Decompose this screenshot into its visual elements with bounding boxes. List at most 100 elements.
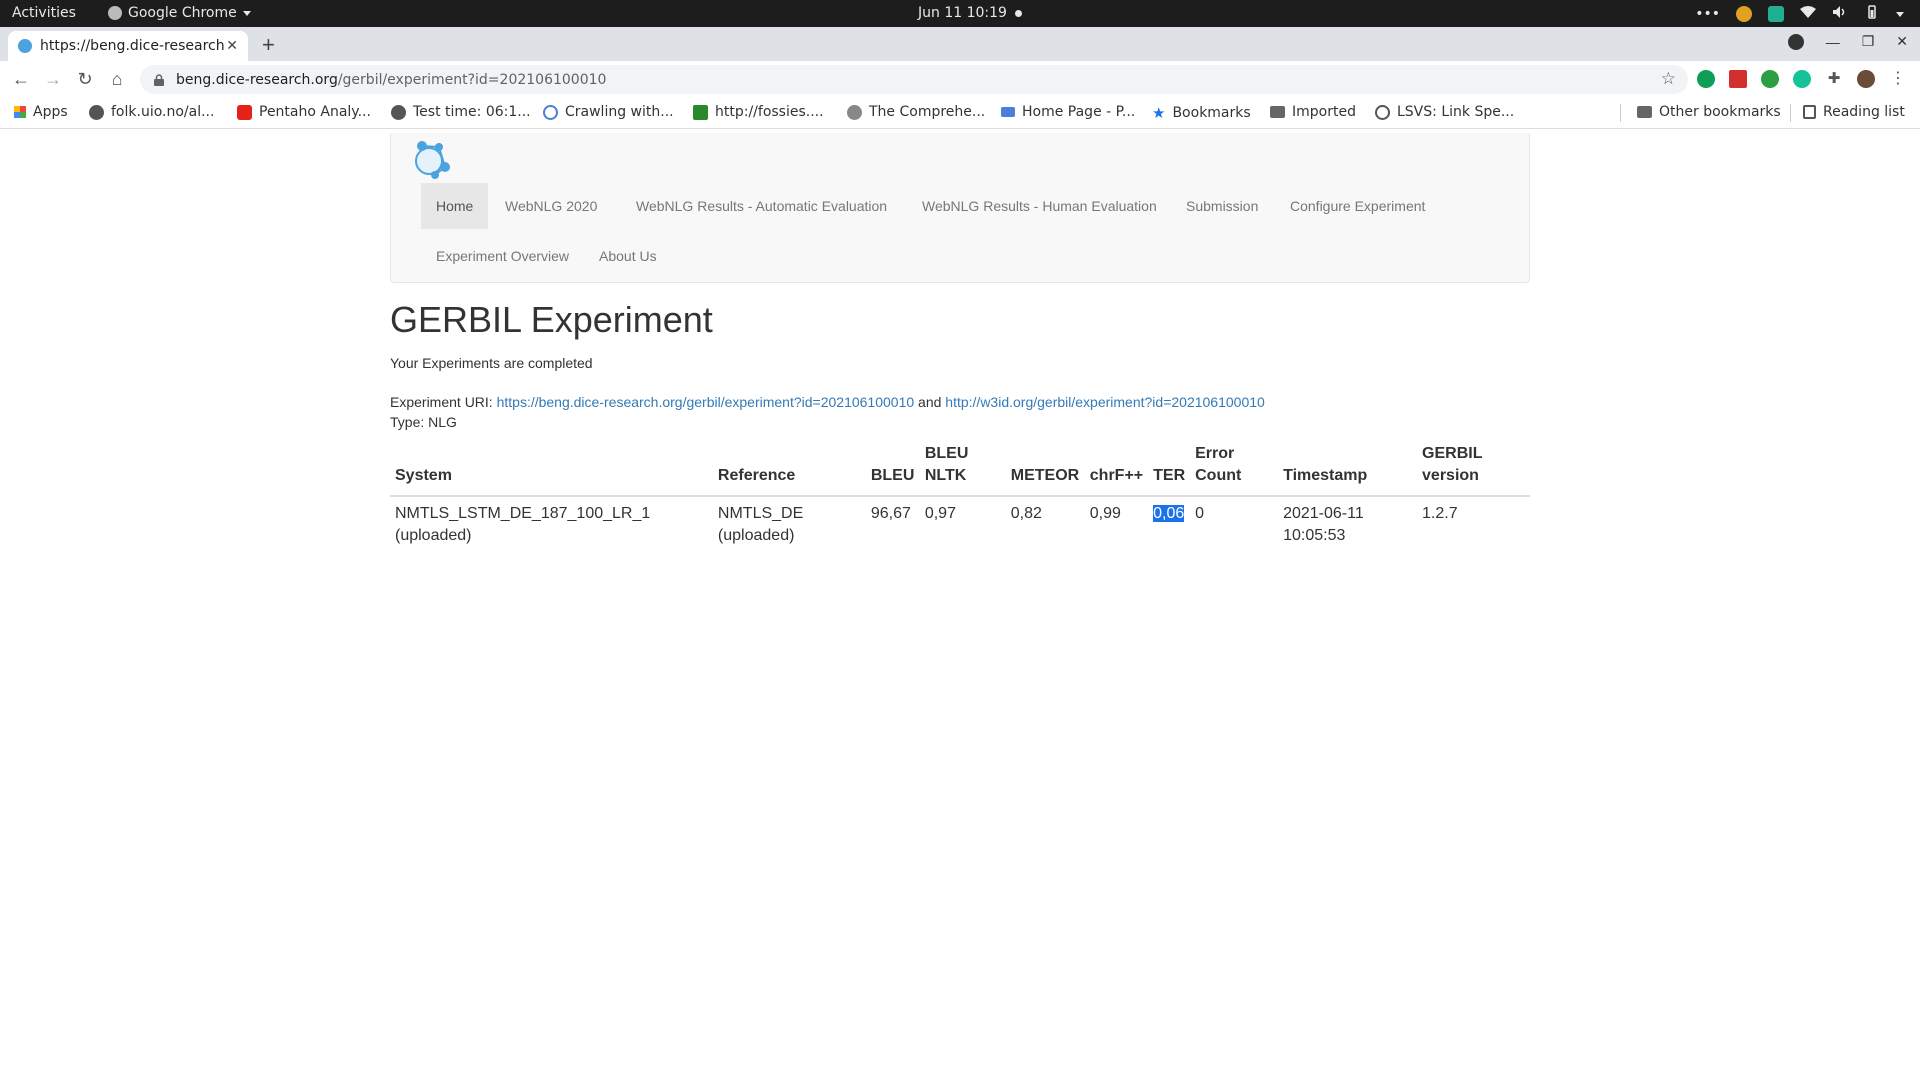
bookmark-item[interactable]: Home Page - P... (1001, 104, 1135, 120)
activities-button[interactable]: Activities (12, 5, 76, 21)
nav-webnlg-2020[interactable]: WebNLG 2020 (490, 183, 612, 229)
home-button[interactable]: ⌂ (106, 68, 128, 90)
cell-bleu-nltk: 0,97 (924, 505, 956, 522)
nav-webnlg-human-evaluation[interactable]: WebNLG Results - Human Evaluation (907, 183, 1172, 229)
more-icon[interactable]: ••• (1695, 6, 1720, 22)
gerbil-logo[interactable] (409, 137, 453, 181)
cell-meteor: 0,82 (1010, 505, 1042, 522)
uri-label: Experiment URI: (390, 394, 493, 410)
nav-configure-experiment[interactable]: Configure Experiment (1275, 183, 1440, 229)
evernote-icon[interactable] (1761, 70, 1779, 88)
tab-search-icon[interactable] (1787, 33, 1804, 50)
bookmark-star-icon[interactable]: ☆ (1661, 69, 1676, 89)
cell-bleu: 96,67 (870, 505, 911, 522)
cell-system: NMTLS_LSTM_DE_187_100_LR_1 (uploaded) (395, 505, 651, 544)
bookmark-label: http://fossies.... (715, 104, 824, 120)
bookmark-item[interactable]: folk.uio.no/al... (89, 104, 214, 120)
extensions-puzzle-icon[interactable]: ✚ (1825, 70, 1843, 88)
browser-tab-active[interactable]: https://beng.dice-research.org/gerbil/ex… (8, 31, 248, 61)
r-icon (847, 104, 862, 120)
clock[interactable]: Jun 11 10:19 (918, 5, 1022, 21)
window-controls: — ❐ ✕ (1787, 33, 1908, 50)
reload-button[interactable]: ↻ (74, 68, 96, 90)
bookmark-label: Crawling with... (565, 104, 674, 120)
notification-dot-icon (1014, 9, 1022, 17)
bookmarks-bar: Apps folk.uio.no/al... Pentaho Analy... … (0, 97, 1920, 129)
globe-icon (89, 104, 104, 120)
bookmark-item[interactable]: Pentaho Analy... (237, 104, 371, 120)
forward-button[interactable]: → (42, 68, 64, 90)
cell-ter: 0,06 (1148, 496, 1190, 553)
experiment-status: Your Experiments are completed (390, 355, 593, 371)
cell-error-count: 0 (1195, 505, 1205, 522)
results-table: System Reference BLEU BLEU NLTK METEOR c… (390, 435, 1530, 553)
pq-icon (1001, 107, 1015, 117)
experiment-uri-link[interactable]: https://beng.dice-research.org/gerbil/ex… (497, 394, 915, 410)
address-bar[interactable]: beng.dice-research.org/gerbil/experiment… (140, 65, 1688, 94)
grammarly-icon[interactable] (1793, 70, 1811, 88)
wifi-icon[interactable] (1800, 5, 1816, 23)
app-menu-label: Google Chrome (128, 5, 237, 21)
close-window-button[interactable]: ✕ (1896, 33, 1908, 50)
bookmark-item[interactable]: http://fossies.... (693, 104, 824, 120)
browser-toolbar: ← → ↻ ⌂ beng.dice-research.org/gerbil/ex… (0, 61, 1920, 97)
bookmark-item[interactable]: Crawling with... (543, 104, 674, 120)
system-menu-chevron-icon[interactable] (1896, 11, 1904, 17)
close-tab-icon[interactable]: ✕ (226, 38, 238, 54)
nav-experiment-overview[interactable]: Experiment Overview (421, 233, 584, 279)
volume-icon[interactable] (1832, 5, 1848, 23)
tab-strip: https://beng.dice-research.org/gerbil/ex… (0, 27, 1920, 61)
bookmark-item[interactable]: ★ Bookmarks (1152, 104, 1251, 122)
minimize-button[interactable]: — (1826, 34, 1840, 50)
table-row: NMTLS_LSTM_DE_187_100_LR_1 (uploaded) NM… (390, 496, 1530, 553)
sync-tray-icon[interactable] (1768, 6, 1784, 22)
bookmark-item[interactable]: The Comprehe... (847, 104, 985, 120)
back-button[interactable]: ← (10, 68, 32, 90)
url-path: /gerbil/experiment?id=202106100010 (337, 71, 607, 88)
web-page: Home WebNLG 2020 WebNLG Results - Automa… (0, 130, 1920, 1080)
cell-gerbil-version: 1.2.7 (1422, 505, 1458, 522)
nav-about-us[interactable]: About Us (584, 233, 672, 279)
app-menu[interactable]: Google Chrome (108, 5, 251, 21)
column-header: BLEU (865, 435, 920, 497)
bookmark-apps[interactable]: Apps (14, 104, 68, 120)
other-bookmarks-folder[interactable]: Other bookmarks (1637, 104, 1781, 120)
bookmark-label: folk.uio.no/al... (111, 104, 215, 120)
table-header-row: System Reference BLEU BLEU NLTK METEOR c… (390, 435, 1530, 497)
system-tray[interactable]: ••• (1695, 4, 1904, 24)
extension-red-icon[interactable] (1729, 70, 1747, 88)
chrome-tray-icon[interactable] (1736, 6, 1752, 22)
bookmark-label: Apps (33, 104, 68, 120)
cell-timestamp: 2021-06-11 10:05:53 (1283, 505, 1364, 544)
nav-home[interactable]: Home (421, 183, 489, 229)
reading-list-icon (1803, 105, 1816, 119)
bookmark-folder[interactable]: Imported (1270, 104, 1356, 120)
new-tab-button[interactable]: + (262, 32, 275, 58)
restore-button[interactable]: ❐ (1862, 33, 1875, 50)
experiment-uri-line: Experiment URI: https://beng.dice-resear… (390, 394, 1265, 410)
bookmark-label: The Comprehe... (869, 104, 986, 120)
nav-submission[interactable]: Submission (1171, 183, 1273, 229)
uri-and: and (918, 394, 942, 410)
bookmark-label: Imported (1292, 104, 1356, 120)
nav-webnlg-automatic-evaluation[interactable]: WebNLG Results - Automatic Evaluation (621, 183, 902, 229)
bookmark-label: LSVS: Link Spe... (1397, 104, 1515, 120)
battery-icon[interactable] (1864, 4, 1880, 24)
star-icon: ★ (1152, 104, 1166, 122)
bookmark-item[interactable]: LSVS: Link Spe... (1375, 104, 1514, 120)
lock-icon[interactable] (154, 73, 164, 86)
extension-green-icon[interactable] (1697, 70, 1715, 88)
profile-avatar[interactable] (1857, 70, 1875, 88)
chrome-icon (108, 6, 122, 20)
link-icon (1375, 104, 1390, 120)
reading-list-label: Reading list (1823, 104, 1905, 120)
cell-reference: NMTLS_DE (uploaded) (717, 505, 804, 544)
fossies-icon (693, 104, 708, 120)
cell-chrf: 0,99 (1089, 505, 1121, 522)
w3id-uri-link[interactable]: http://w3id.org/gerbil/experiment?id=202… (945, 394, 1265, 410)
bookmark-item[interactable]: Test time: 06:1... (391, 104, 531, 120)
crawl-icon (543, 104, 558, 120)
chevron-down-icon (242, 10, 251, 16)
reading-list-button[interactable]: Reading list (1803, 104, 1905, 120)
chrome-menu-icon[interactable]: ⋮ (1889, 70, 1907, 88)
